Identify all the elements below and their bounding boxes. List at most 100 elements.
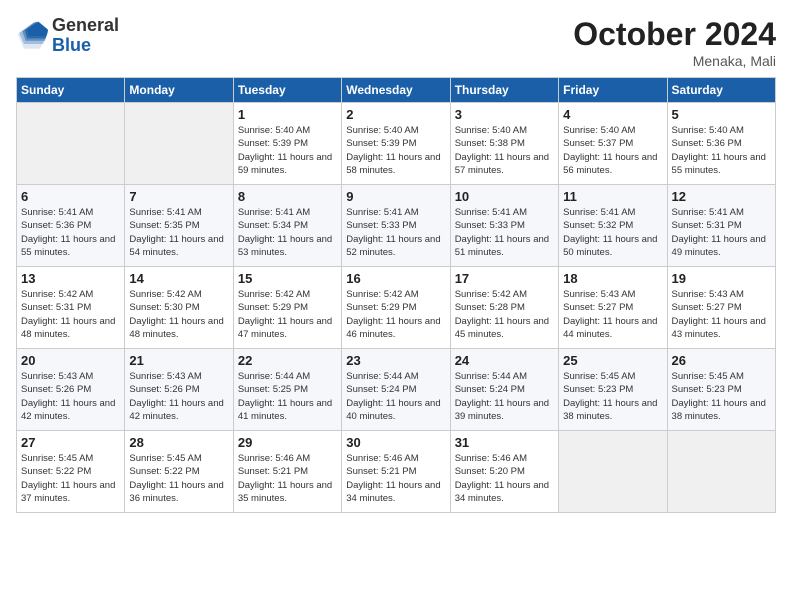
calendar-cell: 15Sunrise: 5:42 AM Sunset: 5:29 PM Dayli… (233, 267, 341, 349)
day-number: 3 (455, 107, 554, 122)
calendar-cell: 20 Sunrise: 5:43 AM Sunset: 5:26 PM Dayli… (17, 349, 125, 431)
calendar-cell: 14Sunrise: 5:42 AM Sunset: 5:30 PM Dayli… (125, 267, 233, 349)
col-tuesday: Tuesday (233, 78, 341, 103)
calendar-cell: 30Sunrise: 5:46 AM Sunset: 5:21 PM Dayli… (342, 431, 450, 513)
day-number: 5 (672, 107, 771, 122)
day-info: Sunrise: 5:41 AM Sunset: 5:33 PM Dayligh… (346, 206, 445, 259)
day-number: 4 (563, 107, 662, 122)
day-info: Sunrise: 5:45 AM Sunset: 5:22 PM Dayligh… (129, 452, 228, 505)
day-number: 11 (563, 189, 662, 204)
title-block: October 2024 Menaka, Mali (573, 16, 776, 69)
day-number: 27 (21, 435, 120, 450)
day-info: Sunrise: 5:44 AM Sunset: 5:25 PM Dayligh… (238, 370, 337, 423)
day-info: Sunrise: 5:41 AM Sunset: 5:31 PM Dayligh… (672, 206, 771, 259)
day-info: Sunrise: 5:46 AM Sunset: 5:21 PM Dayligh… (238, 452, 337, 505)
day-number: 8 (238, 189, 337, 204)
day-info: Sunrise: 5:40 AM Sunset: 5:37 PM Dayligh… (563, 124, 662, 177)
day-number: 28 (129, 435, 228, 450)
calendar-cell (125, 103, 233, 185)
day-number: 10 (455, 189, 554, 204)
day-number: 6 (21, 189, 120, 204)
calendar-cell: 10Sunrise: 5:41 AM Sunset: 5:33 PM Dayli… (450, 185, 558, 267)
calendar-cell (559, 431, 667, 513)
day-number: 21 (129, 353, 228, 368)
day-info: Sunrise: 5:40 AM Sunset: 5:38 PM Dayligh… (455, 124, 554, 177)
day-number: 13 (21, 271, 120, 286)
day-info: Sunrise: 5:46 AM Sunset: 5:20 PM Dayligh… (455, 452, 554, 505)
day-number: 14 (129, 271, 228, 286)
week-row-1: 1 Sunrise: 5:40 AM Sunset: 5:39 PM Daylig… (17, 103, 776, 185)
calendar-cell: 1 Sunrise: 5:40 AM Sunset: 5:39 PM Daylig… (233, 103, 341, 185)
day-number: 16 (346, 271, 445, 286)
day-info: Sunrise: 5:45 AM Sunset: 5:23 PM Dayligh… (672, 370, 771, 423)
day-number: 9 (346, 189, 445, 204)
calendar-cell: 21 Sunrise: 5:43 AM Sunset: 5:26 PM Dayli… (125, 349, 233, 431)
day-info: Sunrise: 5:40 AM Sunset: 5:39 PM Dayligh… (346, 124, 445, 177)
logo-line2: Blue (52, 36, 119, 56)
calendar-cell: 13 Sunrise: 5:42 AM Sunset: 5:31 PM Dayli… (17, 267, 125, 349)
day-number: 2 (346, 107, 445, 122)
calendar-cell: 9 Sunrise: 5:41 AM Sunset: 5:33 PM Daylig… (342, 185, 450, 267)
calendar-cell: 24Sunrise: 5:44 AM Sunset: 5:24 PM Dayli… (450, 349, 558, 431)
calendar-cell: 31 Sunrise: 5:46 AM Sunset: 5:20 PM Dayli… (450, 431, 558, 513)
day-number: 23 (346, 353, 445, 368)
calendar-cell: 7 Sunrise: 5:41 AM Sunset: 5:35 PM Daylig… (125, 185, 233, 267)
day-number: 31 (455, 435, 554, 450)
calendar-cell: 11Sunrise: 5:41 AM Sunset: 5:32 PM Dayli… (559, 185, 667, 267)
calendar-cell: 5 Sunrise: 5:40 AM Sunset: 5:36 PM Daylig… (667, 103, 775, 185)
logo-icon (16, 20, 48, 52)
day-info: Sunrise: 5:42 AM Sunset: 5:28 PM Dayligh… (455, 288, 554, 341)
col-friday: Friday (559, 78, 667, 103)
calendar-cell: 27Sunrise: 5:45 AM Sunset: 5:22 PM Dayli… (17, 431, 125, 513)
day-info: Sunrise: 5:43 AM Sunset: 5:27 PM Dayligh… (563, 288, 662, 341)
day-info: Sunrise: 5:43 AM Sunset: 5:26 PM Dayligh… (129, 370, 228, 423)
week-row-3: 13 Sunrise: 5:42 AM Sunset: 5:31 PM Dayli… (17, 267, 776, 349)
day-info: Sunrise: 5:46 AM Sunset: 5:21 PM Dayligh… (346, 452, 445, 505)
day-number: 19 (672, 271, 771, 286)
calendar-cell: 17 Sunrise: 5:42 AM Sunset: 5:28 PM Dayli… (450, 267, 558, 349)
calendar-cell: 12Sunrise: 5:41 AM Sunset: 5:31 PM Dayli… (667, 185, 775, 267)
logo: General Blue (16, 16, 119, 56)
day-info: Sunrise: 5:42 AM Sunset: 5:31 PM Dayligh… (21, 288, 120, 341)
day-info: Sunrise: 5:42 AM Sunset: 5:29 PM Dayligh… (346, 288, 445, 341)
day-number: 17 (455, 271, 554, 286)
day-number: 26 (672, 353, 771, 368)
calendar-cell: 29 Sunrise: 5:46 AM Sunset: 5:21 PM Dayli… (233, 431, 341, 513)
calendar-cell: 2 Sunrise: 5:40 AM Sunset: 5:39 PM Daylig… (342, 103, 450, 185)
logo-text: General Blue (52, 16, 119, 56)
month-title: October 2024 (573, 16, 776, 53)
location-subtitle: Menaka, Mali (573, 53, 776, 69)
calendar-cell: 23Sunrise: 5:44 AM Sunset: 5:24 PM Dayli… (342, 349, 450, 431)
day-number: 22 (238, 353, 337, 368)
calendar-table: Sunday Monday Tuesday Wednesday Thursday… (16, 77, 776, 513)
calendar-cell: 18 Sunrise: 5:43 AM Sunset: 5:27 PM Dayli… (559, 267, 667, 349)
header-row: Sunday Monday Tuesday Wednesday Thursday… (17, 78, 776, 103)
day-number: 7 (129, 189, 228, 204)
calendar-cell: 8 Sunrise: 5:41 AM Sunset: 5:34 PM Daylig… (233, 185, 341, 267)
col-wednesday: Wednesday (342, 78, 450, 103)
calendar-cell: 3 Sunrise: 5:40 AM Sunset: 5:38 PM Daylig… (450, 103, 558, 185)
calendar-cell (667, 431, 775, 513)
day-number: 24 (455, 353, 554, 368)
day-info: Sunrise: 5:41 AM Sunset: 5:36 PM Dayligh… (21, 206, 120, 259)
day-info: Sunrise: 5:42 AM Sunset: 5:29 PM Dayligh… (238, 288, 337, 341)
day-info: Sunrise: 5:45 AM Sunset: 5:23 PM Dayligh… (563, 370, 662, 423)
col-thursday: Thursday (450, 78, 558, 103)
col-saturday: Saturday (667, 78, 775, 103)
day-number: 29 (238, 435, 337, 450)
day-number: 18 (563, 271, 662, 286)
calendar-cell: 22 Sunrise: 5:44 AM Sunset: 5:25 PM Dayli… (233, 349, 341, 431)
col-monday: Monday (125, 78, 233, 103)
calendar-cell: 4 Sunrise: 5:40 AM Sunset: 5:37 PM Daylig… (559, 103, 667, 185)
day-info: Sunrise: 5:40 AM Sunset: 5:36 PM Dayligh… (672, 124, 771, 177)
day-info: Sunrise: 5:43 AM Sunset: 5:27 PM Dayligh… (672, 288, 771, 341)
calendar-cell: 26 Sunrise: 5:45 AM Sunset: 5:23 PM Dayli… (667, 349, 775, 431)
day-number: 20 (21, 353, 120, 368)
day-info: Sunrise: 5:41 AM Sunset: 5:35 PM Dayligh… (129, 206, 228, 259)
day-info: Sunrise: 5:43 AM Sunset: 5:26 PM Dayligh… (21, 370, 120, 423)
day-number: 1 (238, 107, 337, 122)
calendar-cell: 19 Sunrise: 5:43 AM Sunset: 5:27 PM Dayli… (667, 267, 775, 349)
day-info: Sunrise: 5:40 AM Sunset: 5:39 PM Dayligh… (238, 124, 337, 177)
day-info: Sunrise: 5:41 AM Sunset: 5:34 PM Dayligh… (238, 206, 337, 259)
calendar-cell (17, 103, 125, 185)
